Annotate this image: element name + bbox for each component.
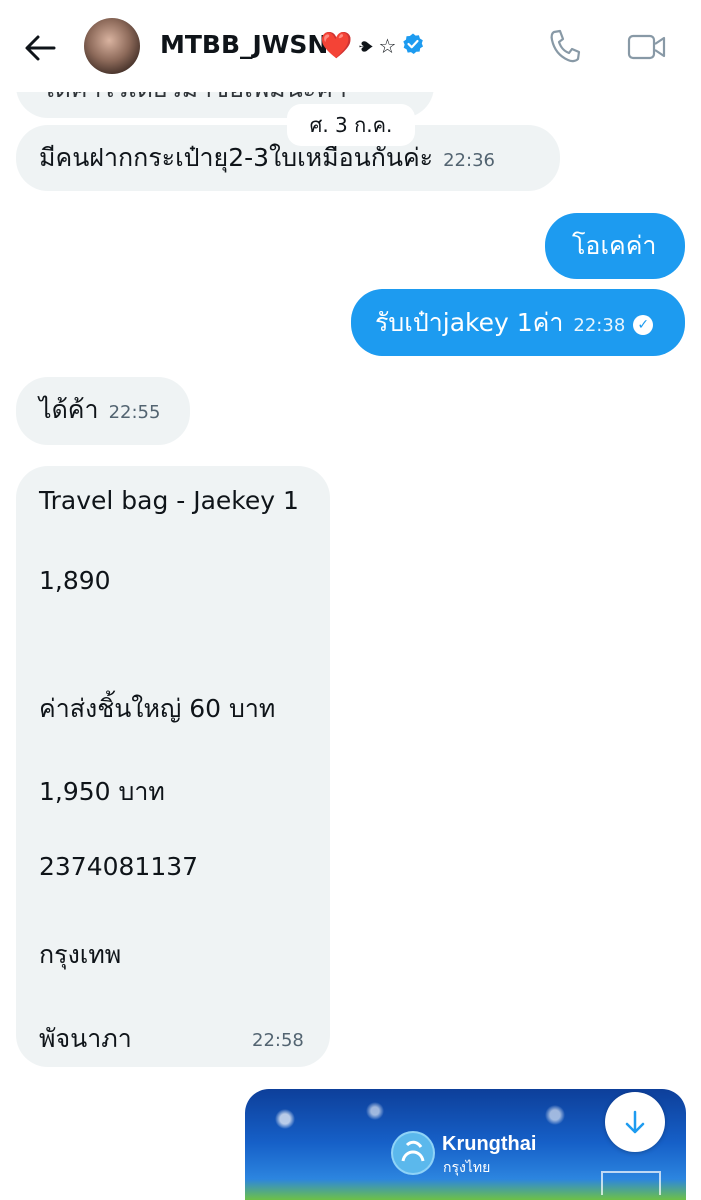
- message-bubble-outgoing[interactable]: รับเป๋าjakey 1ค่า 22:38 ✓: [351, 289, 685, 356]
- star-icon: ☆: [378, 34, 397, 58]
- back-arrow-icon: [25, 35, 56, 61]
- goal-post: [601, 1171, 661, 1195]
- message-text: โอเคค่า: [572, 231, 657, 260]
- account-name: พัจนาภา: [39, 1024, 132, 1053]
- account-number: 2374081137: [39, 852, 199, 881]
- shipping-fee: ค่าส่งชิ้นใหญ่ 60 บาท: [39, 694, 276, 723]
- order-price: 1,890: [39, 566, 111, 595]
- heart-icon: ❤️: [320, 31, 353, 61]
- video-camera-icon: [627, 34, 666, 60]
- spade-icon: ♠: [354, 37, 376, 55]
- message-text: ได้ค้า: [39, 395, 99, 424]
- date-separator: ศ. 3 ก.ค.: [287, 104, 415, 146]
- krungthai-logo-icon: [391, 1131, 435, 1175]
- order-item: Travel bag - Jaekey 1: [39, 486, 299, 515]
- message-text: มีคนฝากกระเป๋ายุ2-3ใบเหมือนกันค่ะ: [39, 143, 434, 172]
- bank-branch: กรุงเทพ: [39, 940, 122, 969]
- video-call-button[interactable]: [627, 32, 667, 62]
- brand-name-thai: กรุงไทย: [443, 1160, 491, 1176]
- message-time: 22:38: [573, 315, 626, 336]
- phone-icon: [550, 29, 581, 63]
- message-bubble-outgoing[interactable]: โอเคค่า: [545, 213, 685, 279]
- read-receipt-icon: ✓: [633, 315, 654, 335]
- back-button[interactable]: [20, 28, 60, 68]
- message-time: 22:58: [252, 1030, 304, 1051]
- message-text: รับเป๋าjakey 1ค่า: [375, 308, 564, 337]
- message-time: 22:55: [108, 402, 161, 423]
- order-total: 1,950 บาท: [39, 777, 165, 806]
- avatar[interactable]: [84, 18, 140, 74]
- message-bubble-incoming[interactable]: ได้ค้า 22:55: [16, 377, 190, 445]
- download-button[interactable]: [605, 1092, 665, 1152]
- message-bubble-order-details[interactable]: Travel bag - Jaekey 1 1,890 ค่าส่งชิ้นให…: [16, 466, 330, 1067]
- message-time: 22:36: [443, 150, 495, 171]
- brand-name: Krungthai: [442, 1133, 537, 1155]
- phone-call-button[interactable]: [548, 28, 582, 64]
- contact-name[interactable]: MTBB_JWSN: [160, 30, 328, 59]
- conversation-header: MTBB_JWSN ❤️ ♠ ☆: [0, 0, 701, 92]
- name-badges: ❤️ ♠ ☆: [320, 28, 425, 64]
- verified-badge-icon: [401, 32, 425, 60]
- conversation-view: ได้ค่าไว้เดี๋ยวมาซื้อเพิ่มนะค่า ศ. 3 ก.ค…: [0, 0, 701, 1200]
- arrow-down-icon: [625, 1110, 645, 1134]
